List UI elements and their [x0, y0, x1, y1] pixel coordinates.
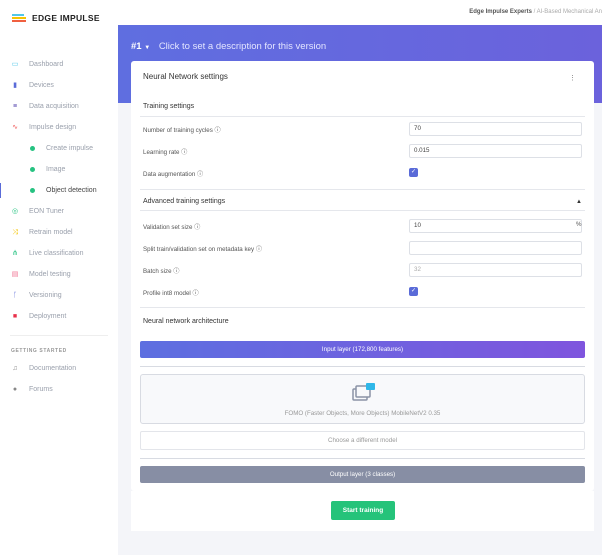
learning-rate-input[interactable]: 0.015: [409, 144, 582, 158]
sidebar-item-label: Dashboard: [29, 61, 64, 68]
sidebar: EDGE IMPULSE ▭ Dashboard ▮ Devices ≡ Data acq…: [0, 0, 118, 555]
sidebar-item-label: Live classification: [29, 250, 84, 257]
pulse-icon: ∿: [12, 123, 18, 131]
version-number: #1: [131, 41, 142, 52]
augmentation-checkbox[interactable]: ✓: [409, 168, 418, 177]
divider: [10, 335, 108, 336]
architecture-header: Neural network architecture: [143, 318, 229, 325]
advanced-settings-header[interactable]: Advanced training settings: [143, 198, 225, 205]
sidebar-item-retrain-model[interactable]: ⤨ Retrain model: [0, 222, 118, 243]
sidebar-item-data-acquisition[interactable]: ≡ Data acquisition: [0, 96, 118, 117]
clipboard-icon: ▤: [11, 270, 19, 278]
sidebar-item-label: Data acquisition: [29, 103, 79, 110]
breadcrumb-project[interactable]: AI-Based Mechanical An: [537, 9, 602, 15]
sidebar-item-create-impulse[interactable]: Create impulse: [0, 138, 118, 159]
start-training-button[interactable]: Start training: [331, 501, 395, 520]
logo-icon: [12, 13, 26, 23]
nn-settings-card: Neural Network settings ⋮ Training setti…: [131, 61, 594, 491]
sidebar-item-label: Create impulse: [46, 145, 94, 152]
collapse-caret-icon[interactable]: ▲: [576, 199, 582, 205]
database-icon: ≡: [12, 102, 18, 110]
forum-icon: ●: [12, 385, 18, 393]
more-options-icon[interactable]: ⋮: [569, 74, 576, 82]
card-title: Neural Network settings: [143, 72, 228, 81]
card-footer: Start training: [131, 491, 594, 531]
sidebar-item-label: Model testing: [29, 271, 71, 278]
input-layer: Input layer (172,800 features): [140, 341, 585, 358]
sidebar-item-label: Versioning: [29, 292, 62, 299]
device-icon: ▮: [13, 81, 17, 89]
sidebar-item-object-detection[interactable]: Object detection: [0, 180, 118, 201]
model-name: FOMO (Faster Objects, More Objects) Mobi…: [284, 410, 441, 417]
sidebar-nav: ▭ Dashboard ▮ Devices ≡ Data acquisition ∿ Impu…: [0, 54, 118, 400]
sidebar-item-deployment[interactable]: ■ Deployment: [0, 306, 118, 327]
brand-name: EDGE IMPULSE: [32, 13, 100, 23]
gift-icon: ■: [12, 312, 18, 320]
sidebar-item-label: EON Tuner: [29, 208, 65, 215]
sidebar-item-documentation[interactable]: ♫ Documentation: [0, 358, 118, 379]
sidebar-item-label: Documentation: [29, 365, 77, 372]
int8-checkbox[interactable]: ✓: [409, 287, 418, 296]
sidebar-item-label: Object detection: [46, 187, 97, 194]
caret-down-icon: ▼: [144, 45, 151, 51]
version-dropdown[interactable]: #1 ▼: [131, 41, 150, 52]
branch-icon: ᚴ: [12, 291, 18, 299]
validation-size-label: Validation set size ⓘ: [143, 224, 201, 231]
dot-icon: [30, 167, 35, 172]
sidebar-item-label: Deployment: [29, 313, 67, 320]
percent-unit: %: [576, 221, 582, 228]
split-key-label: Split train/validation set on metadata k…: [143, 246, 263, 253]
version-description[interactable]: Click to set a description for this vers…: [159, 41, 326, 52]
sidebar-item-label: Devices: [29, 82, 54, 89]
sidebar-item-label: Retrain model: [29, 229, 73, 236]
sidebar-item-image[interactable]: Image: [0, 159, 118, 180]
training-settings-header: Training settings: [143, 103, 195, 110]
logo[interactable]: EDGE IMPULSE: [12, 13, 100, 23]
live-icon: ⋔: [12, 249, 18, 257]
validation-size-input[interactable]: 10: [409, 219, 582, 233]
sidebar-item-label: Image: [46, 166, 66, 173]
sidebar-item-versioning[interactable]: ᚴ Versioning: [0, 285, 118, 306]
tuner-icon: ◎: [11, 207, 19, 215]
top-bar: Edge Impulse Experts / AI-Based Mechanic…: [118, 0, 602, 25]
cycles-label: Number of training cycles ⓘ: [143, 127, 221, 134]
monitor-icon: ▭: [11, 60, 19, 68]
shuffle-icon: ⤨: [12, 228, 18, 236]
breadcrumb-org[interactable]: Edge Impulse Experts: [469, 9, 532, 15]
learning-rate-label: Learning rate ⓘ: [143, 149, 188, 156]
sidebar-item-forums[interactable]: ● Forums: [0, 379, 118, 400]
sidebar-item-dashboard[interactable]: ▭ Dashboard: [0, 54, 118, 75]
section-heading: GETTING STARTED: [11, 348, 67, 354]
split-key-input[interactable]: [409, 241, 582, 255]
breadcrumb: Edge Impulse Experts / AI-Based Mechanic…: [469, 9, 602, 15]
docs-icon: ♫: [12, 364, 18, 372]
model-block[interactable]: FOMO (Faster Objects, More Objects) Mobi…: [140, 374, 585, 424]
model-images-icon: [351, 383, 375, 401]
dot-icon: [30, 146, 35, 151]
augmentation-label: Data augmentation ⓘ: [143, 171, 204, 178]
sidebar-item-live-classification[interactable]: ⋔ Live classification: [0, 243, 118, 264]
sidebar-item-devices[interactable]: ▮ Devices: [0, 75, 118, 96]
sidebar-item-label: Forums: [29, 386, 53, 393]
sidebar-item-impulse-design[interactable]: ∿ Impulse design: [0, 117, 118, 138]
sidebar-item-model-testing[interactable]: ▤ Model testing: [0, 264, 118, 285]
training-cycles-input[interactable]: 70: [409, 122, 582, 136]
batch-size-label: Batch size ⓘ: [143, 268, 180, 275]
sidebar-item-eon-tuner[interactable]: ◎ EON Tuner: [0, 201, 118, 222]
sidebar-item-label: Impulse design: [29, 124, 77, 131]
choose-model-button[interactable]: Choose a different model: [140, 431, 585, 450]
batch-size-input[interactable]: 32: [409, 263, 582, 277]
int8-label: Profile int8 model ⓘ: [143, 290, 199, 297]
breadcrumb-separator: /: [533, 9, 536, 15]
output-layer: Output layer (3 classes): [140, 466, 585, 483]
dot-icon: [30, 188, 35, 193]
